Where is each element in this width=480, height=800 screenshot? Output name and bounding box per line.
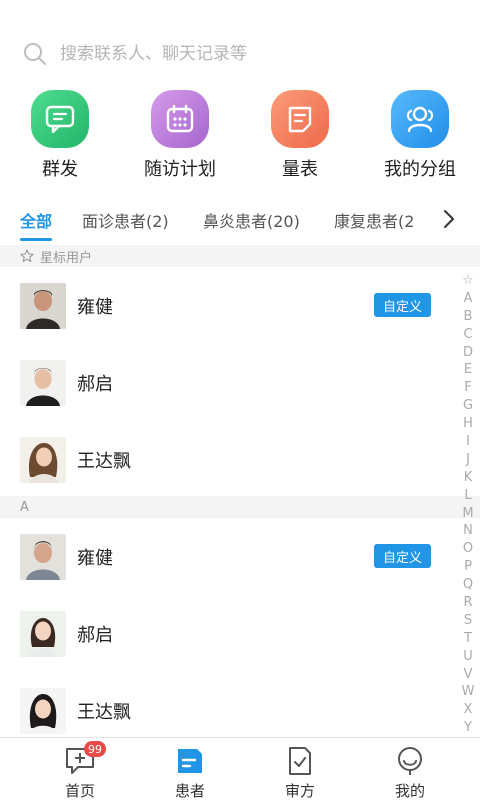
custom-tag-button[interactable]: 自定义	[374, 544, 431, 568]
index-letter[interactable]: W	[462, 683, 475, 701]
quick-actions: 群发 随访计划 量表 我的分组	[0, 90, 480, 181]
index-letter[interactable]: T	[464, 630, 472, 648]
mass-message-action[interactable]: 群发	[0, 90, 120, 181]
index-letter[interactable]: D	[463, 344, 473, 362]
index-letter[interactable]: O	[463, 540, 473, 558]
unread-badge: 99	[84, 741, 106, 757]
patient-name: 王达飘	[77, 450, 131, 472]
index-letter[interactable]: B	[464, 308, 473, 326]
tab-all[interactable]: 全部	[20, 208, 53, 241]
index-letter[interactable]: E	[464, 361, 472, 379]
alphabet-index[interactable]: ☆ABCDEFGHIJKLMNOPQRSTUVWXYZ#	[460, 272, 476, 773]
nav-prescription-review-label: 审方	[284, 782, 315, 800]
my-groups-action[interactable]: 我的分组	[360, 90, 480, 181]
index-letter[interactable]: L	[464, 487, 471, 505]
list-item[interactable]: 郝启	[0, 344, 460, 421]
list-item[interactable]: 雍健 自定义	[0, 518, 460, 595]
nav-me[interactable]: 我的	[355, 738, 465, 800]
list-item[interactable]: 雍健 自定义	[0, 267, 460, 344]
patient-card-icon	[174, 746, 206, 776]
follow-up-plan-label: 随访计划	[144, 159, 216, 180]
index-letter[interactable]: N	[463, 522, 473, 540]
index-letter[interactable]: X	[464, 701, 473, 719]
index-letter[interactable]: U	[463, 648, 473, 666]
index-letter[interactable]: H	[463, 415, 473, 433]
avatar	[20, 359, 66, 406]
section-header-starred: 星标用户	[0, 245, 480, 267]
section-label: A	[20, 499, 29, 515]
search-icon	[24, 43, 46, 65]
chat-bubble-icon	[31, 90, 89, 148]
nav-prescription-review[interactable]: 审方	[245, 738, 355, 800]
tab-rehab-patients[interactable]: 康复患者(2	[334, 208, 414, 232]
patient-name: 郝启	[77, 373, 113, 395]
index-letter[interactable]: C	[463, 326, 472, 344]
nav-home[interactable]: 99 首页	[25, 738, 135, 800]
list-item[interactable]: 郝启	[0, 595, 460, 672]
tab-rhinitis-patients[interactable]: 鼻炎患者(20)	[203, 208, 300, 232]
index-letter[interactable]: J	[466, 451, 470, 469]
avatar	[20, 610, 66, 657]
nav-home-label: 首页	[64, 782, 95, 800]
index-letter[interactable]: I	[466, 433, 470, 451]
index-letter[interactable]: G	[463, 397, 473, 415]
index-letter[interactable]: F	[464, 379, 471, 397]
calendar-icon	[151, 90, 209, 148]
section-header-a: A	[0, 496, 480, 518]
star-icon	[20, 249, 34, 263]
follow-up-plan-action[interactable]: 随访计划	[120, 90, 240, 181]
section-label: 星标用户	[40, 250, 93, 266]
nav-me-label: 我的	[394, 782, 425, 800]
form-icon	[271, 90, 329, 148]
avatar	[20, 436, 66, 483]
index-letter[interactable]: Q	[463, 576, 473, 594]
patient-name: 王达飘	[77, 701, 131, 723]
my-groups-label: 我的分组	[384, 159, 456, 180]
scale-action[interactable]: 量表	[240, 90, 360, 181]
index-letter[interactable]: Y	[464, 719, 472, 737]
mass-message-label: 群发	[42, 159, 78, 180]
index-letter[interactable]: A	[464, 290, 473, 308]
index-letter[interactable]: ☆	[462, 272, 474, 290]
search-input[interactable]	[60, 44, 440, 64]
prescription-check-icon	[284, 746, 316, 776]
patient-name: 郝启	[77, 624, 113, 646]
tab-consultation-patients[interactable]: 面诊患者(2)	[82, 208, 169, 232]
avatar	[20, 282, 66, 329]
patient-tabs: 全部 面诊患者(2) 鼻炎患者(20) 康复患者(2	[0, 200, 480, 242]
group-icon	[391, 90, 449, 148]
avatar	[20, 687, 66, 734]
custom-tag-button[interactable]: 自定义	[374, 293, 431, 317]
profile-icon	[394, 746, 426, 776]
avatar	[20, 533, 66, 580]
patient-name: 雍健	[77, 296, 113, 318]
index-letter[interactable]: V	[464, 666, 473, 684]
index-letter[interactable]: R	[463, 594, 472, 612]
nav-patients[interactable]: 患者	[135, 738, 245, 800]
index-letter[interactable]: S	[464, 612, 472, 630]
scale-label: 量表	[282, 159, 318, 180]
search-bar[interactable]	[0, 30, 480, 78]
index-letter[interactable]: P	[464, 558, 472, 576]
index-letter[interactable]: K	[464, 469, 473, 487]
index-letter[interactable]: M	[462, 505, 473, 523]
chevron-right-icon[interactable]	[442, 208, 456, 230]
list-item[interactable]: 王达飘	[0, 421, 460, 498]
bottom-nav: 99 首页 患者 审方 我的	[0, 737, 480, 800]
nav-patients-label: 患者	[174, 782, 205, 800]
patient-name: 雍健	[77, 547, 113, 569]
